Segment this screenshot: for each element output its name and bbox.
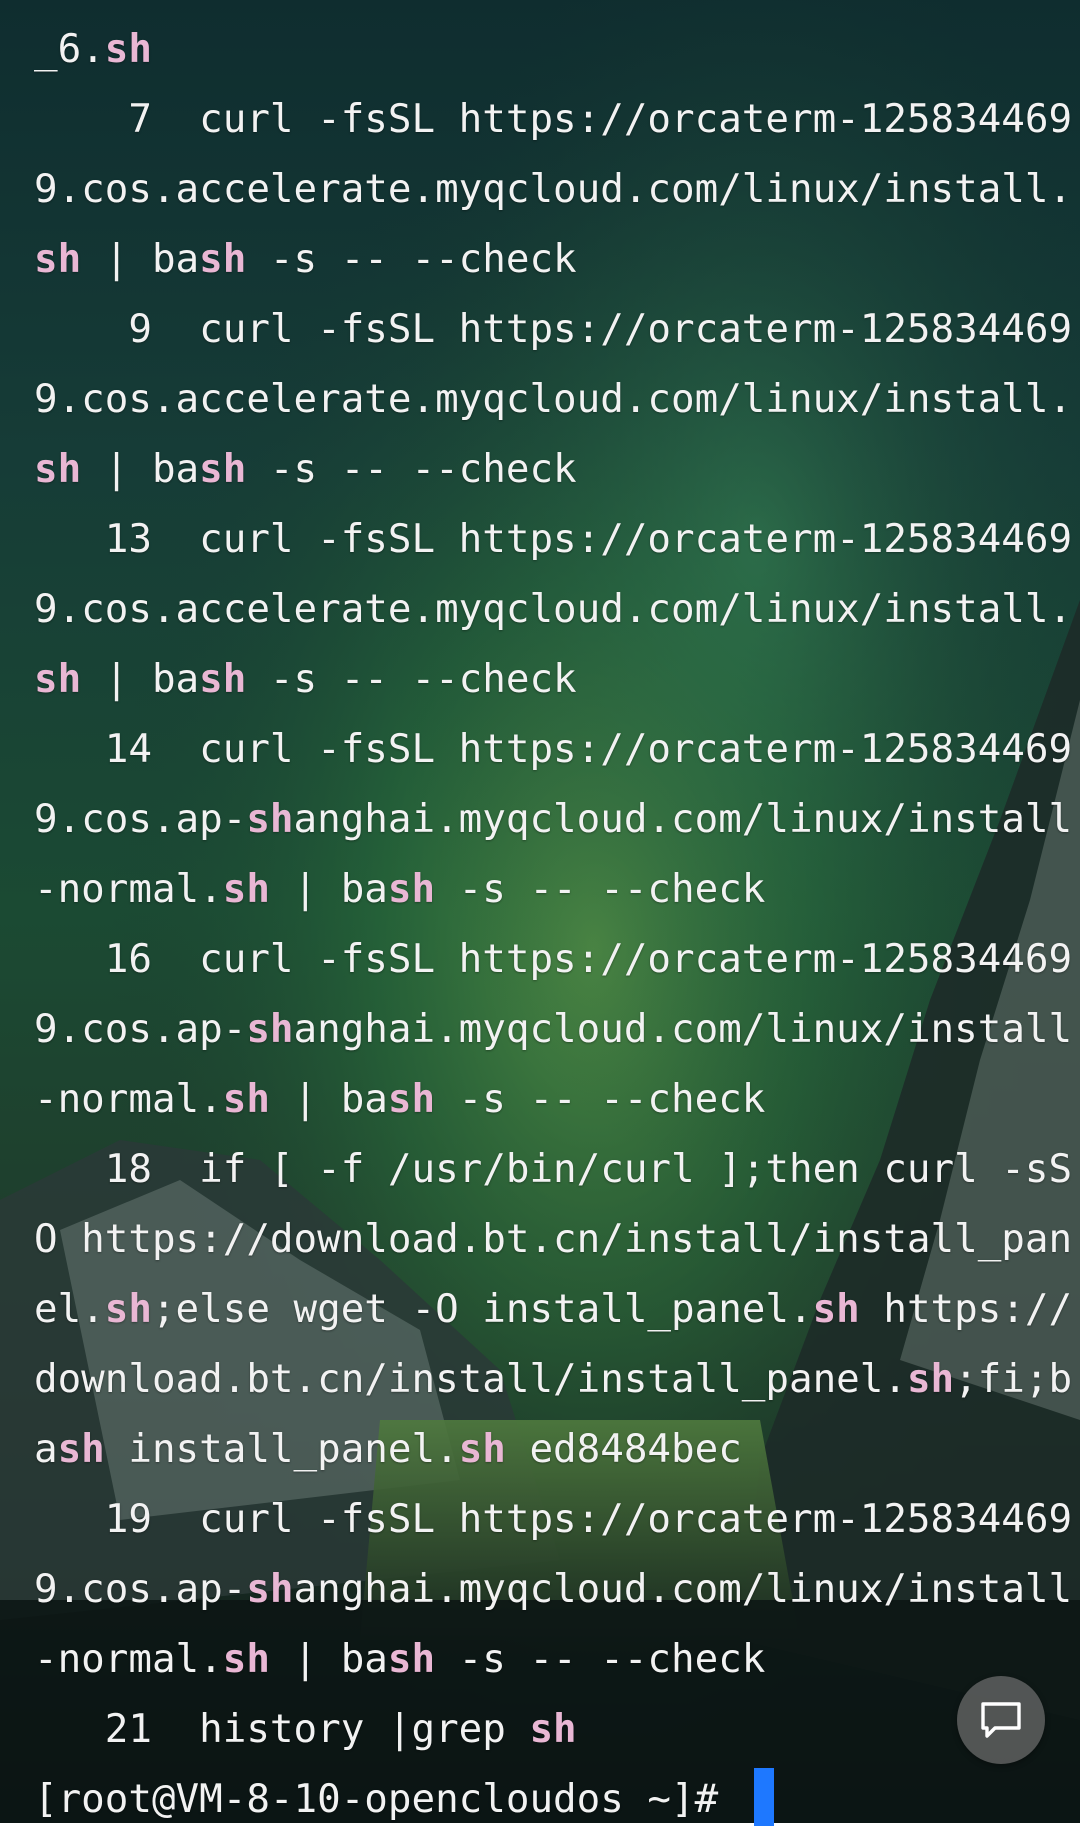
highlighted-match: sh (199, 237, 247, 282)
terminal-text: 18 if [ -f /usr/bin/curl ];then curl -sS (34, 1147, 1073, 1192)
terminal-text: -s -- --check (246, 657, 577, 702)
terminal-text: 13 curl -fsSL https://orcaterm-125834469 (34, 517, 1073, 562)
highlighted-match: sh (906, 1357, 955, 1402)
terminal-line: 21 history |grep sh (34, 1695, 1080, 1765)
terminal-text: -normal. (34, 1637, 223, 1682)
terminal-line: 19 curl -fsSL https://orcaterm-125834469 (34, 1485, 1080, 1555)
terminal-text: ;fi;b (954, 1357, 1073, 1402)
terminal-text: -s -- --check (435, 867, 766, 912)
terminal-line: 9.cos.accelerate.myqcloud.com/linux/inst… (34, 575, 1080, 645)
terminal-line: 9 curl -fsSL https://orcaterm-125834469 (34, 295, 1080, 365)
terminal-line: -normal.sh | bash -s -- --check (34, 1065, 1080, 1135)
terminal-text: 9.cos.ap- (34, 1007, 247, 1052)
terminal-line: -normal.sh | bash -s -- --check (34, 855, 1080, 925)
terminal-text: 9.cos.accelerate.myqcloud.com/linux/inst… (34, 587, 1073, 632)
highlighted-match: sh (458, 1427, 506, 1472)
highlighted-match: sh (246, 1007, 294, 1052)
terminal-line: ash install_panel.sh ed8484bec (34, 1415, 1080, 1485)
terminal-text: download.bt.cn/install/install_panel. (34, 1357, 907, 1402)
terminal-text: 9.cos.ap- (34, 1567, 247, 1612)
terminal-line: O https://download.bt.cn/install/install… (34, 1205, 1080, 1275)
terminal-text: ;else wget -O install_panel. (151, 1287, 813, 1332)
terminal-text: 21 history |grep (34, 1707, 530, 1752)
terminal-line: 13 curl -fsSL https://orcaterm-125834469 (34, 505, 1080, 575)
highlighted-match: sh (57, 1427, 105, 1472)
terminal-text: anghai.myqcloud.com/linux/install (293, 1007, 1073, 1052)
highlighted-match: sh (246, 797, 294, 842)
terminal-line: 9.cos.ap-shanghai.myqcloud.com/linux/ins… (34, 1555, 1080, 1625)
chat-bubble-icon (981, 1702, 1021, 1738)
terminal-line: 18 if [ -f /usr/bin/curl ];then curl -sS (34, 1135, 1080, 1205)
terminal-text: a (34, 1427, 58, 1472)
terminal-text: https:// (859, 1287, 1073, 1332)
terminal-line: sh | bash -s -- --check (34, 435, 1080, 505)
terminal-text: 14 curl -fsSL https://orcaterm-125834469 (34, 727, 1073, 772)
terminal-text: ed8484bec (505, 1427, 742, 1472)
terminal-text: | ba (269, 1077, 388, 1122)
terminal-line: 14 curl -fsSL https://orcaterm-125834469 (34, 715, 1080, 785)
chat-button[interactable] (957, 1676, 1045, 1764)
terminal-line: 9.cos.accelerate.myqcloud.com/linux/inst… (34, 365, 1080, 435)
terminal-text: | ba (81, 447, 200, 492)
terminal-line: 9.cos.ap-shanghai.myqcloud.com/linux/ins… (34, 785, 1080, 855)
terminal-line: _6.sh (34, 15, 1080, 85)
highlighted-match: sh (199, 447, 247, 492)
terminal-line: 9.cos.ap-shanghai.myqcloud.com/linux/ins… (34, 995, 1080, 1065)
terminal-text: 9 curl -fsSL https://orcaterm-125834469 (34, 307, 1073, 352)
terminal-text: 9.cos.ap- (34, 797, 247, 842)
highlighted-match: sh (34, 447, 82, 492)
highlighted-match: sh (387, 1077, 436, 1122)
terminal-text: -normal. (34, 1077, 223, 1122)
terminal-text: 16 curl -fsSL https://orcaterm-125834469 (34, 937, 1073, 982)
highlighted-match: sh (387, 867, 436, 912)
terminal-text: 19 curl -fsSL https://orcaterm-125834469 (34, 1497, 1073, 1542)
terminal-line: 7 curl -fsSL https://orcaterm-125834469 (34, 85, 1080, 155)
terminal-line: download.bt.cn/install/install_panel.sh;… (34, 1345, 1080, 1415)
highlighted-match: sh (222, 1077, 270, 1122)
highlighted-match: sh (812, 1287, 860, 1332)
highlighted-match: sh (246, 1567, 294, 1612)
highlighted-match: sh (104, 1287, 152, 1332)
highlighted-match: sh (222, 1637, 270, 1682)
terminal-text: -s -- --check (246, 237, 577, 282)
terminal-text: el. (34, 1287, 105, 1332)
prompt-line[interactable]: [root@VM-8-10-opencloudos ~]# (34, 1765, 1080, 1835)
terminal-text: install_panel. (104, 1427, 459, 1472)
highlighted-match: sh (387, 1637, 436, 1682)
terminal-text: 9.cos.accelerate.myqcloud.com/linux/inst… (34, 377, 1073, 422)
terminal-text: -s -- --check (435, 1637, 766, 1682)
terminal-line: sh | bash -s -- --check (34, 645, 1080, 715)
terminal-text: | ba (81, 237, 200, 282)
terminal-text: 9.cos.accelerate.myqcloud.com/linux/inst… (34, 167, 1073, 212)
terminal-text: anghai.myqcloud.com/linux/install (293, 1567, 1073, 1612)
highlighted-match: sh (199, 657, 247, 702)
highlighted-match: sh (222, 867, 270, 912)
terminal-line: el.sh;else wget -O install_panel.sh http… (34, 1275, 1080, 1345)
terminal-line: 9.cos.accelerate.myqcloud.com/linux/inst… (34, 155, 1080, 225)
terminal-output[interactable]: _6.sh 7 curl -fsSL https://orcaterm-1258… (34, 15, 1080, 1835)
terminal-text: | ba (269, 867, 388, 912)
terminal-line: sh | bash -s -- --check (34, 225, 1080, 295)
terminal-text: -normal. (34, 867, 223, 912)
highlighted-match: sh (34, 657, 82, 702)
terminal-text: _6. (34, 27, 105, 72)
shell-prompt: [root@VM-8-10-opencloudos ~]# (34, 1777, 742, 1822)
highlighted-match: sh (529, 1707, 577, 1752)
terminal-text: 7 curl -fsSL https://orcaterm-125834469 (34, 97, 1073, 142)
highlighted-match: sh (104, 27, 152, 72)
terminal-line: 16 curl -fsSL https://orcaterm-125834469 (34, 925, 1080, 995)
terminal-text: anghai.myqcloud.com/linux/install (293, 797, 1073, 842)
terminal-text: | ba (81, 657, 200, 702)
terminal-text: | ba (269, 1637, 388, 1682)
terminal-line: -normal.sh | bash -s -- --check (34, 1625, 1080, 1695)
highlighted-match: sh (34, 237, 82, 282)
terminal-text: O https://download.bt.cn/install/install… (34, 1217, 1073, 1262)
text-cursor (753, 1768, 774, 1826)
terminal-text: -s -- --check (435, 1077, 766, 1122)
terminal-text: -s -- --check (246, 447, 577, 492)
